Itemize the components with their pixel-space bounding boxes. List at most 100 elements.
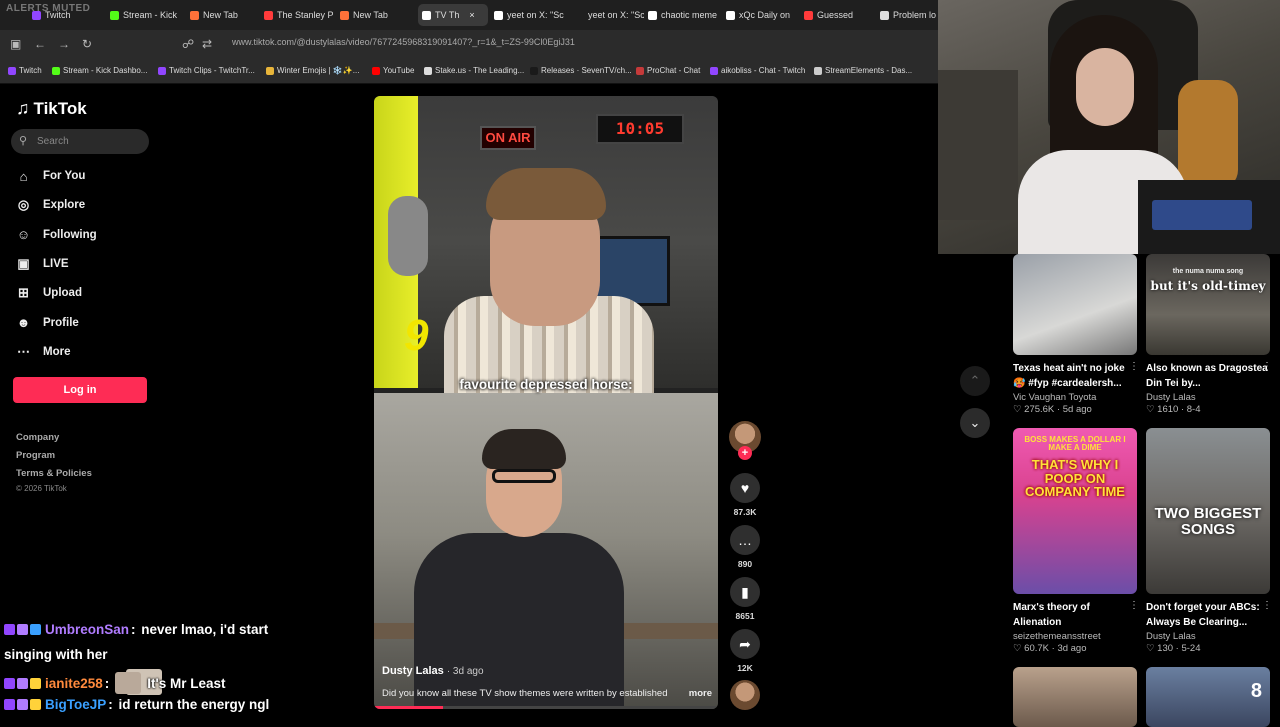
- recommendation-card[interactable]: BOSS MAKES A DOLLAR I MAKE A DIME THAT'S …: [1013, 428, 1137, 654]
- browser-tab[interactable]: yeet on X: "Sc: [584, 4, 644, 26]
- nav-item-for-you[interactable]: ⌂ For You: [16, 166, 86, 186]
- sound-avatar[interactable]: [730, 680, 760, 710]
- recommendation-thumbnail[interactable]: 8: [1146, 667, 1270, 727]
- nav-item-explore[interactable]: ◎ Explore: [16, 195, 85, 215]
- footer-link[interactable]: Terms & Policies: [16, 468, 92, 479]
- browser-tab[interactable]: xQc Daily on: [726, 4, 798, 26]
- recommendation-card[interactable]: Texas heat ain't no joke 🥵 #fyp #cardeal…: [1013, 254, 1137, 415]
- bookmark-item[interactable]: aikobliss - Chat - Twitch: [710, 66, 805, 75]
- bookmark-label: YouTube: [383, 66, 415, 75]
- video-player[interactable]: ON AIR 10:05 9 favourite depressed horse…: [374, 96, 718, 709]
- heart-outline-icon: ♡: [1146, 404, 1158, 415]
- browser-tab-label: Stream - Kick: [123, 10, 178, 20]
- recommendation-thumbnail[interactable]: [1013, 254, 1137, 355]
- recommendation-card[interactable]: TWO BIGGEST SONGS Don't forget your ABCs:…: [1146, 428, 1270, 654]
- recommendation-author[interactable]: Dusty Lalas: [1146, 631, 1270, 642]
- shield-icon[interactable]: ☍: [182, 37, 194, 51]
- recommendation-title[interactable]: Texas heat ain't no joke 🥵 #fyp #cardeal…: [1013, 361, 1137, 391]
- tiktok-logo[interactable]: ♫ TikTok: [16, 98, 87, 119]
- bookmark-item[interactable]: Twitch: [8, 66, 42, 75]
- bookmark-item[interactable]: Winter Emojis | ❄️✨...: [266, 66, 359, 75]
- bookmark-label: Winter Emojis | ❄️✨...: [277, 66, 360, 75]
- nav-item-live[interactable]: ▣ LIVE: [16, 254, 68, 274]
- chat-username[interactable]: BigToeJP: [45, 697, 106, 712]
- actor-glasses: [492, 469, 556, 483]
- like-icon[interactable]: ♥: [730, 473, 760, 503]
- comment-action[interactable]: … 890: [729, 525, 761, 569]
- like-action[interactable]: ♥ 87.3K: [729, 473, 761, 517]
- search-input[interactable]: ⚲ Search: [11, 129, 149, 154]
- recommendation-card[interactable]: 8: [1146, 667, 1270, 727]
- browser-tab[interactable]: Twitch: [32, 4, 102, 26]
- browser-tab[interactable]: TV Th ×: [418, 4, 488, 26]
- browser-tab[interactable]: Stream - Kick: [110, 4, 182, 26]
- permissions-icon[interactable]: ⇄: [202, 37, 212, 51]
- video-progress-bar[interactable]: [374, 706, 718, 709]
- recommendation-author[interactable]: Vic Vaughan Toyota: [1013, 392, 1137, 403]
- share-icon[interactable]: ➦: [730, 629, 760, 659]
- chat-message: BigToeJP: id return the energy ngl: [4, 697, 269, 712]
- recommendation-thumbnail[interactable]: BOSS MAKES A DOLLAR I MAKE A DIME THAT'S …: [1013, 428, 1137, 594]
- close-tab-icon[interactable]: ×: [469, 10, 474, 20]
- bookmark-icon[interactable]: ▮: [730, 577, 760, 607]
- tab-favicon-icon: [726, 10, 735, 20]
- nav-item-label: Profile: [43, 316, 79, 329]
- chat-username[interactable]: ianite258: [45, 676, 103, 691]
- bookmark-label: Twitch: [19, 66, 42, 75]
- bookmark-item[interactable]: YouTube: [372, 66, 414, 75]
- comment-icon[interactable]: …: [730, 525, 760, 555]
- bookmark-item[interactable]: Releases · SevenTV/ch...: [530, 66, 632, 75]
- back-arrow-icon[interactable]: ←: [34, 37, 46, 51]
- bookmark-item[interactable]: Stream - Kick Dashbo...: [52, 66, 147, 75]
- reload-icon[interactable]: ↻: [82, 37, 92, 51]
- share-action[interactable]: ➦ 12K: [729, 629, 761, 673]
- footer-link[interactable]: Company: [16, 432, 59, 443]
- recommendation-card[interactable]: the numa numa song but it's old-timey Also…: [1146, 254, 1270, 415]
- heart-outline-icon: ♡: [1013, 404, 1025, 415]
- browser-tab[interactable]: yeet on X: "Sc: [494, 4, 578, 26]
- recommendation-title[interactable]: Marx's theory of Alienation: [1013, 600, 1137, 630]
- video-author[interactable]: Dusty Lalas · 3d ago: [382, 665, 484, 677]
- bookmark-item[interactable]: StreamElements - Das...: [814, 66, 912, 75]
- chevron-down-icon[interactable]: ⌄: [960, 408, 990, 438]
- bookmark-label: Twitch Clips - TwitchTr...: [169, 66, 255, 75]
- recommendation-author[interactable]: seizethemeansstreet: [1013, 631, 1137, 642]
- browser-tab[interactable]: New Tab: [340, 4, 406, 26]
- video-author-name[interactable]: Dusty Lalas: [382, 665, 444, 677]
- recommendation-title[interactable]: Also known as Dragostea Din Tei by...: [1146, 361, 1270, 391]
- recommendation-thumbnail[interactable]: the numa numa song but it's old-timey: [1146, 254, 1270, 355]
- webcam-shelf: [938, 70, 1018, 220]
- chevron-up-icon[interactable]: ⌃: [960, 366, 990, 396]
- sidebar-toggle-icon[interactable]: ▣: [10, 37, 21, 51]
- address-bar[interactable]: www.tiktok.com/@dustylalas/video/7677245…: [232, 37, 575, 47]
- bookmark-action[interactable]: ▮ 8651: [729, 577, 761, 621]
- browser-tab[interactable]: chaotic meme: [648, 4, 720, 26]
- bookmark-item[interactable]: Twitch Clips - TwitchTr...: [158, 66, 255, 75]
- chat-username[interactable]: UmbreonSan: [45, 622, 129, 637]
- more-options-icon[interactable]: ⋮: [1262, 600, 1280, 611]
- tab-favicon-icon: [190, 10, 199, 20]
- more-link[interactable]: more: [689, 688, 712, 699]
- recommendation-card[interactable]: [1013, 667, 1137, 727]
- browser-tab[interactable]: The Stanley P: [264, 4, 334, 26]
- forward-arrow-icon[interactable]: →: [58, 37, 70, 51]
- nav-item-more[interactable]: ⋯ More: [16, 342, 70, 362]
- browser-tab[interactable]: Guessed: [804, 4, 874, 26]
- login-button[interactable]: Log in: [13, 377, 147, 403]
- recommendation-title[interactable]: Don't forget your ABCs: Always Be Cleari…: [1146, 600, 1270, 630]
- nav-item-upload[interactable]: ⊞ Upload: [16, 283, 82, 303]
- footer-link[interactable]: Program: [16, 450, 55, 461]
- browser-tab[interactable]: New Tab: [190, 4, 256, 26]
- recommendation-thumbnail[interactable]: [1013, 667, 1137, 727]
- browser-tab[interactable]: Problem lo: [880, 4, 938, 26]
- nav-item-following[interactable]: ☺ Following: [16, 225, 97, 245]
- bookmark-item[interactable]: ProChat - Chat: [636, 66, 700, 75]
- microphone: [388, 196, 428, 276]
- more-options-icon[interactable]: ⋮: [1262, 361, 1280, 372]
- recommendation-thumbnail[interactable]: TWO BIGGEST SONGS: [1146, 428, 1270, 594]
- recommendation-author[interactable]: Dusty Lalas: [1146, 392, 1270, 403]
- follow-button[interactable]: +: [738, 446, 752, 460]
- nav-item-profile[interactable]: ☻ Profile: [16, 313, 79, 333]
- recommendation-likes: 60.7K: [1024, 643, 1049, 654]
- bookmark-item[interactable]: Stake.us - The Leading...: [424, 66, 524, 75]
